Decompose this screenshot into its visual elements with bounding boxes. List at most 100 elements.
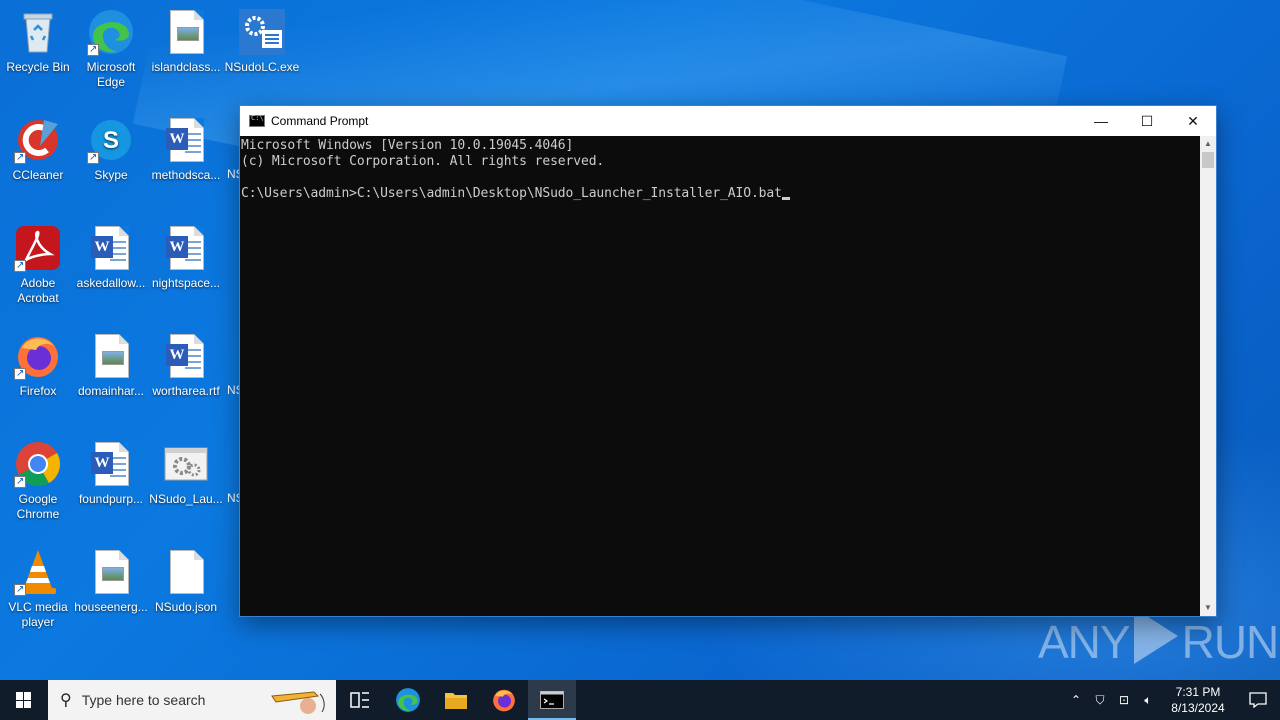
desktop-icon-word-doc[interactable]: W nightspace... <box>148 224 224 291</box>
desktop-icon-batch-file[interactable]: NSudo_Lau... <box>148 440 224 507</box>
recycle-bin-icon <box>14 8 62 56</box>
text-cursor <box>781 197 790 200</box>
volume-icon[interactable]: 🔈︎ <box>1136 693 1160 708</box>
console-prompt-line: C:\Users\admin>C:\Users\admin\Desktop\NS… <box>241 186 1201 202</box>
task-view-icon <box>350 692 369 708</box>
desktop-icon-label: NSudoLC.exe <box>224 60 300 74</box>
desktop-icon-adobe-acrobat[interactable]: Adobe Acrobat <box>0 224 76 306</box>
image-file-icon <box>87 332 135 380</box>
taskbar-search-box[interactable]: ⚲ Type here to search <box>48 680 336 720</box>
notification-icon <box>1249 692 1267 708</box>
desktop-icon-label: Firefox <box>19 384 57 398</box>
desktop-icon-microsoft-edge[interactable]: Microsoft Edge <box>73 8 149 90</box>
windows-logo-icon <box>16 692 32 708</box>
console-line: Microsoft Windows [Version 10.0.19045.40… <box>241 138 574 153</box>
desktop: Recycle Bin CCleaner Adobe Acrobat Firef… <box>0 0 1280 680</box>
window-titlebar[interactable]: Command Prompt — ☐ ✕ <box>240 106 1216 136</box>
anyrun-watermark: ANY RUN <box>1038 608 1280 669</box>
desktop-icon-word-doc[interactable]: W foundpurp... <box>73 440 149 507</box>
ccleaner-icon <box>14 116 62 165</box>
settings-app-icon <box>238 8 286 56</box>
desktop-icon-label: Recycle Bin <box>6 60 70 74</box>
taskbar-command-prompt-button[interactable] <box>528 680 576 720</box>
network-icon[interactable]: ⊡ <box>1112 693 1136 707</box>
desktop-icon-ccleaner[interactable]: CCleaner <box>0 116 76 183</box>
firefox-icon <box>493 689 515 712</box>
shortcut-arrow-icon <box>87 42 99 57</box>
system-tray: ⌃ ⛉ ⊡ 🔈︎ 7:31 PM 8/13/2024 <box>1064 680 1280 720</box>
shortcut-arrow-icon <box>14 150 26 165</box>
desktop-icon-recycle-bin[interactable]: Recycle Bin <box>0 8 76 75</box>
scroll-down-arrow-icon[interactable]: ▼ <box>1200 600 1216 616</box>
show-hidden-icons-chevron-icon[interactable]: ⌃ <box>1064 693 1088 707</box>
folder-icon <box>445 693 467 709</box>
desktop-icon-word-doc[interactable]: W askedallow... <box>73 224 149 291</box>
watermark-text-right: RUN <box>1181 616 1280 668</box>
security-shield-icon[interactable]: ⛉ <box>1088 693 1112 708</box>
desktop-icon-label: islandclass... <box>151 60 221 74</box>
desktop-icon-json-file[interactable]: NSudo.json <box>148 548 224 615</box>
desktop-icon-label: CCleaner <box>12 168 64 182</box>
desktop-icon-google-chrome[interactable]: Google Chrome <box>0 440 76 522</box>
firefox-icon <box>14 332 62 381</box>
vertical-scrollbar[interactable]: ▲ ▼ <box>1200 136 1216 616</box>
desktop-icon-label: NSudo.json <box>154 600 218 614</box>
shortcut-arrow-icon <box>14 366 26 381</box>
blank-file-icon <box>162 548 210 596</box>
desktop-icon-label: Google Chrome <box>16 492 60 521</box>
desktop-icon-label: Skype <box>94 168 128 182</box>
desktop-icon-label: nightspace... <box>151 276 221 290</box>
desktop-icon-firefox[interactable]: Firefox <box>0 332 76 399</box>
desktop-icon-vlc[interactable]: VLC media player <box>0 548 76 630</box>
desktop-icon-label: VLC media player <box>8 600 68 629</box>
desktop-icon-image-file[interactable]: domainhar... <box>73 332 149 399</box>
taskbar-edge-button[interactable] <box>384 680 432 720</box>
desktop-icon-image-file[interactable]: islandclass... <box>148 8 224 75</box>
desktop-icon-word-doc[interactable]: W methodsca... <box>148 116 224 183</box>
desktop-icon-label: Adobe Acrobat <box>17 276 59 305</box>
console-output[interactable]: Microsoft Windows [Version 10.0.19045.40… <box>240 136 1201 616</box>
console-line: (c) Microsoft Corporation. All rights re… <box>241 154 605 169</box>
close-button[interactable]: ✕ <box>1170 106 1216 136</box>
task-view-button[interactable] <box>336 680 384 720</box>
edge-icon <box>396 688 420 712</box>
svg-text:S: S <box>103 127 119 154</box>
skype-icon: S <box>87 116 135 165</box>
taskbar-file-explorer-button[interactable] <box>432 680 480 720</box>
desktop-icon-nsudolc[interactable]: NSudoLC.exe <box>224 8 300 75</box>
notification-center-button[interactable] <box>1236 692 1280 708</box>
shortcut-arrow-icon <box>14 474 26 489</box>
desktop-icon-label: houseenerg... <box>74 600 148 614</box>
taskbar-firefox-button[interactable] <box>480 680 528 720</box>
desktop-icon-label: wortharea.rtf <box>152 384 220 398</box>
desktop-icon-label: foundpurp... <box>78 492 144 506</box>
scroll-up-arrow-icon[interactable]: ▲ <box>1200 136 1216 152</box>
desktop-icon-image-file[interactable]: houseenerg... <box>73 548 149 615</box>
desktop-icon-word-doc[interactable]: W wortharea.rtf <box>148 332 224 399</box>
command-prompt-icon <box>249 114 265 127</box>
search-placeholder: Type here to search <box>81 692 206 708</box>
desktop-icon-skype[interactable]: S Skype <box>73 116 149 183</box>
search-icon: ⚲ <box>60 692 72 709</box>
clock-time: 7:31 PM <box>1175 685 1221 699</box>
window-title: Command Prompt <box>271 114 369 128</box>
desktop-icon-label: methodsca... <box>151 168 221 182</box>
shortcut-arrow-icon <box>87 150 99 165</box>
scrollbar-thumb[interactable] <box>1202 152 1214 168</box>
adobe-acrobat-icon <box>14 224 62 273</box>
desktop-icon-label: askedallow... <box>76 276 146 290</box>
word-document-icon: W <box>87 440 135 488</box>
start-button[interactable] <box>0 680 48 720</box>
gear-file-icon <box>162 440 210 488</box>
clock-date: 8/13/2024 <box>1171 701 1225 715</box>
word-document-icon: W <box>162 116 210 164</box>
vlc-cone-icon <box>14 548 62 597</box>
command-prompt-window[interactable]: Command Prompt — ☐ ✕ Microsoft Windows [… <box>239 105 1217 617</box>
desktop-icon-label: NSudo_Lau... <box>149 492 223 506</box>
command-prompt-icon <box>540 691 564 709</box>
minimize-button[interactable]: — <box>1078 106 1124 136</box>
taskbar-clock[interactable]: 7:31 PM 8/13/2024 <box>1160 684 1236 716</box>
maximize-button[interactable]: ☐ <box>1124 106 1170 136</box>
search-highlight-illustration-icon <box>271 691 325 714</box>
